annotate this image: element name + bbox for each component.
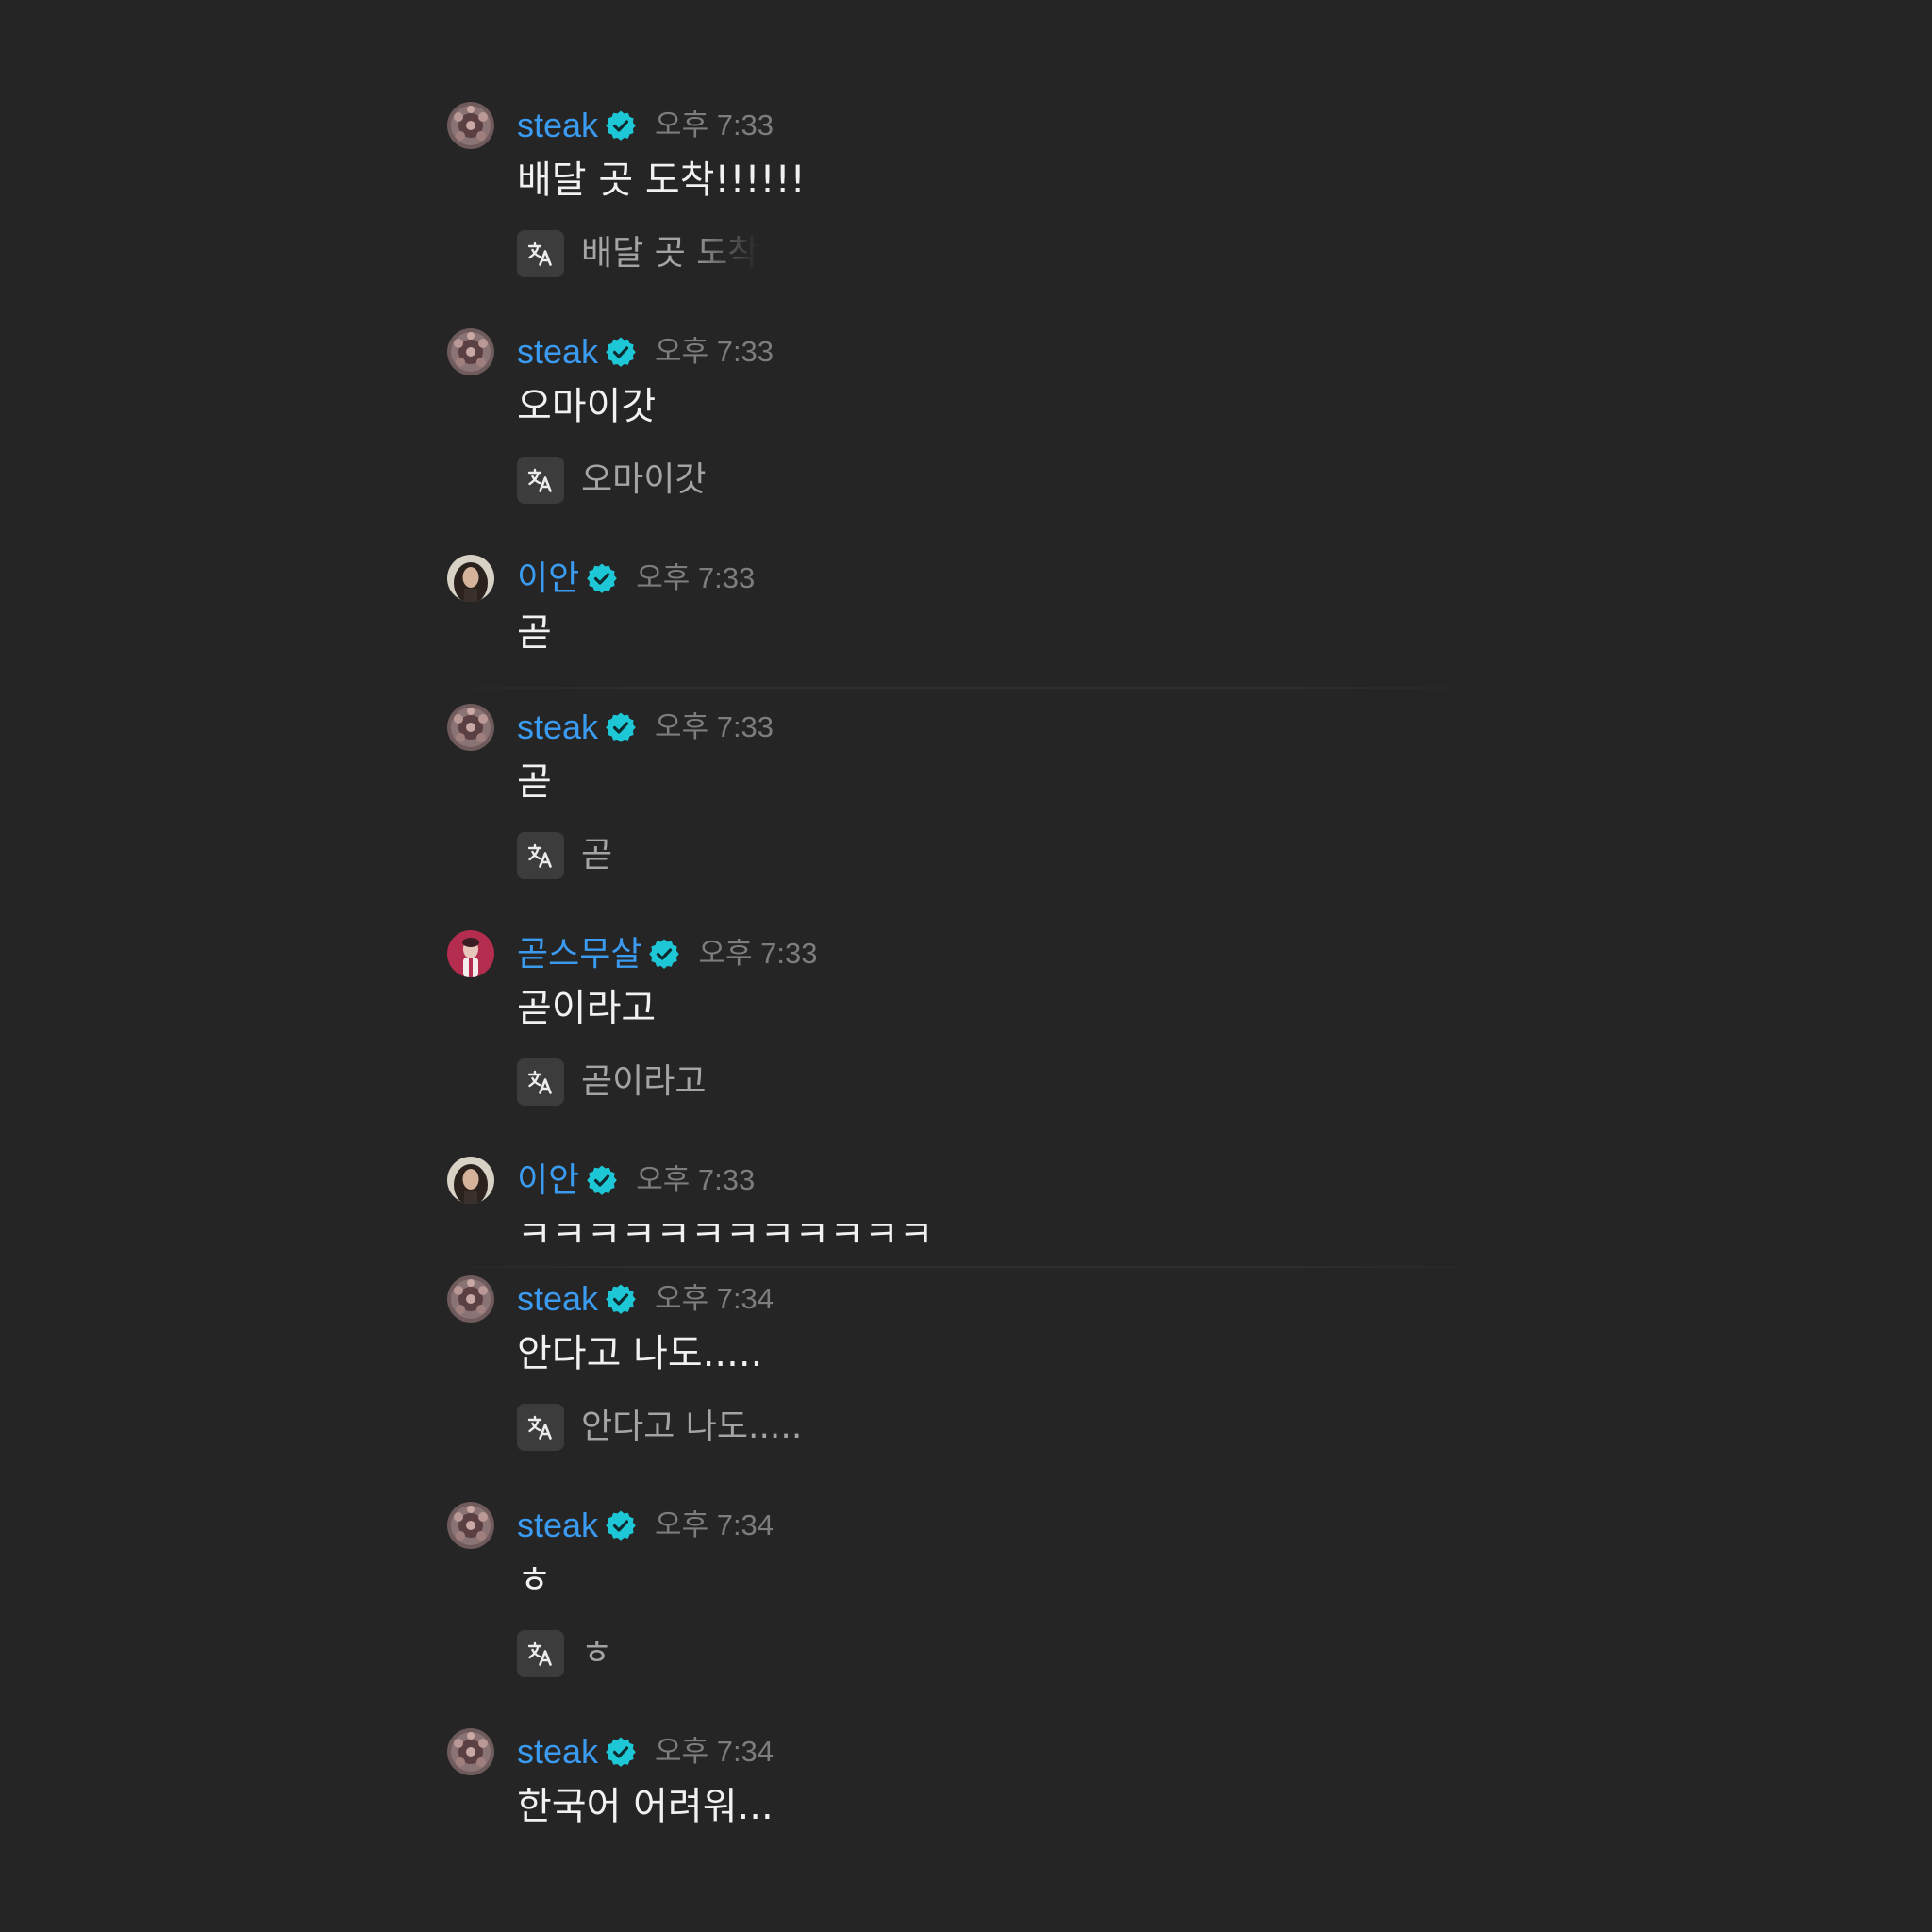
timestamp: 오후 7:34 bbox=[655, 1508, 774, 1541]
translate-icon[interactable] bbox=[517, 1058, 564, 1106]
message-text: 곧이라고 bbox=[517, 987, 657, 1030]
verified-badge-icon bbox=[606, 712, 636, 742]
message-header: steak 오후 7:33 bbox=[517, 102, 774, 149]
avatar-ian[interactable] bbox=[447, 1157, 494, 1204]
message-header: steak 오후 7:34 bbox=[517, 1728, 774, 1775]
message-header: steak 오후 7:34 bbox=[517, 1275, 774, 1323]
message-text: ㅎ bbox=[517, 1558, 552, 1602]
avatar-ian[interactable] bbox=[447, 555, 494, 602]
avatar-steak[interactable] bbox=[447, 704, 494, 751]
timestamp: 오후 7:34 bbox=[655, 1735, 774, 1768]
avatar-steak[interactable] bbox=[447, 102, 494, 149]
translation-row: 안다고 나도..... bbox=[517, 1403, 802, 1452]
message-text: 곧 bbox=[517, 611, 552, 655]
translation-row: ㅎ bbox=[517, 1629, 612, 1678]
timestamp: 오후 7:33 bbox=[636, 561, 756, 594]
message-text: 안다고 나도..... bbox=[517, 1332, 763, 1375]
username[interactable]: 이안 bbox=[517, 555, 579, 602]
message-text: 배달 곳 도착!!!!!! bbox=[517, 158, 806, 202]
verified-badge-icon bbox=[587, 563, 617, 593]
avatar-steak[interactable] bbox=[447, 1502, 494, 1549]
translate-icon[interactable] bbox=[517, 832, 564, 879]
translation-text: 안다고 나도..... bbox=[581, 1407, 803, 1446]
avatar-steak[interactable] bbox=[447, 1275, 494, 1323]
translation-text: 곧 bbox=[581, 836, 613, 874]
timestamp: 오후 7:34 bbox=[655, 1282, 774, 1315]
translation-text: ㅎ bbox=[581, 1634, 613, 1673]
message-header: 이안 오후 7:33 bbox=[517, 555, 755, 602]
translate-icon[interactable] bbox=[517, 1404, 564, 1451]
username[interactable]: steak bbox=[517, 328, 598, 375]
translation-row: 곧 bbox=[517, 831, 612, 880]
avatar-steak[interactable] bbox=[447, 328, 494, 375]
message-text: ㅋㅋㅋㅋㅋㅋㅋㅋㅋㅋㅋㅋ bbox=[517, 1213, 934, 1257]
verified-badge-icon bbox=[649, 939, 679, 969]
message-divider bbox=[415, 687, 1509, 689]
username[interactable]: steak bbox=[517, 1502, 598, 1549]
verified-badge-icon bbox=[606, 1284, 636, 1314]
message-text: 곧 bbox=[517, 760, 552, 804]
avatar-gotseumusal[interactable] bbox=[447, 930, 494, 977]
username[interactable]: steak bbox=[517, 1728, 598, 1775]
translation-text: 곧이라고 bbox=[581, 1062, 707, 1101]
translate-icon[interactable] bbox=[517, 230, 564, 277]
message-text: 한국어 어려워... bbox=[517, 1785, 774, 1828]
timestamp: 오후 7:33 bbox=[655, 710, 774, 743]
timestamp: 오후 7:33 bbox=[655, 108, 774, 142]
message-divider bbox=[415, 1266, 1509, 1268]
verified-badge-icon bbox=[587, 1165, 617, 1195]
message-header: steak 오후 7:33 bbox=[517, 704, 774, 751]
chat-log: steak 오후 7:33 배달 곳 도착!!!!!! 배달 곳 도착 stea… bbox=[0, 0, 1932, 1932]
translate-icon[interactable] bbox=[517, 457, 564, 504]
avatar-steak[interactable] bbox=[447, 1728, 494, 1775]
timestamp: 오후 7:33 bbox=[636, 1163, 756, 1196]
verified-badge-icon bbox=[606, 1510, 636, 1541]
translation-text: 오마이갓 bbox=[581, 460, 707, 499]
message-header: steak 오후 7:33 bbox=[517, 328, 774, 375]
verified-badge-icon bbox=[606, 110, 636, 141]
message-header: 이안 오후 7:33 bbox=[517, 1157, 755, 1204]
username[interactable]: steak bbox=[517, 704, 598, 751]
username[interactable]: 이안 bbox=[517, 1157, 579, 1204]
verified-badge-icon bbox=[606, 1737, 636, 1767]
username[interactable]: 곧스무살 bbox=[517, 930, 641, 977]
timestamp: 오후 7:33 bbox=[655, 335, 774, 368]
message-text: 오마이갓 bbox=[517, 385, 657, 428]
translation-text: 배달 곳 도착 bbox=[581, 234, 759, 273]
message-header: steak 오후 7:34 bbox=[517, 1502, 774, 1549]
verified-badge-icon bbox=[606, 337, 636, 367]
translation-row: 배달 곳 도착 bbox=[517, 229, 759, 278]
translation-row: 곧이라고 bbox=[517, 1058, 706, 1107]
translate-icon[interactable] bbox=[517, 1630, 564, 1677]
username[interactable]: steak bbox=[517, 102, 598, 149]
message-header: 곧스무살 오후 7:33 bbox=[517, 930, 817, 977]
translation-row: 오마이갓 bbox=[517, 456, 706, 505]
username[interactable]: steak bbox=[517, 1275, 598, 1323]
timestamp: 오후 7:33 bbox=[698, 937, 818, 970]
